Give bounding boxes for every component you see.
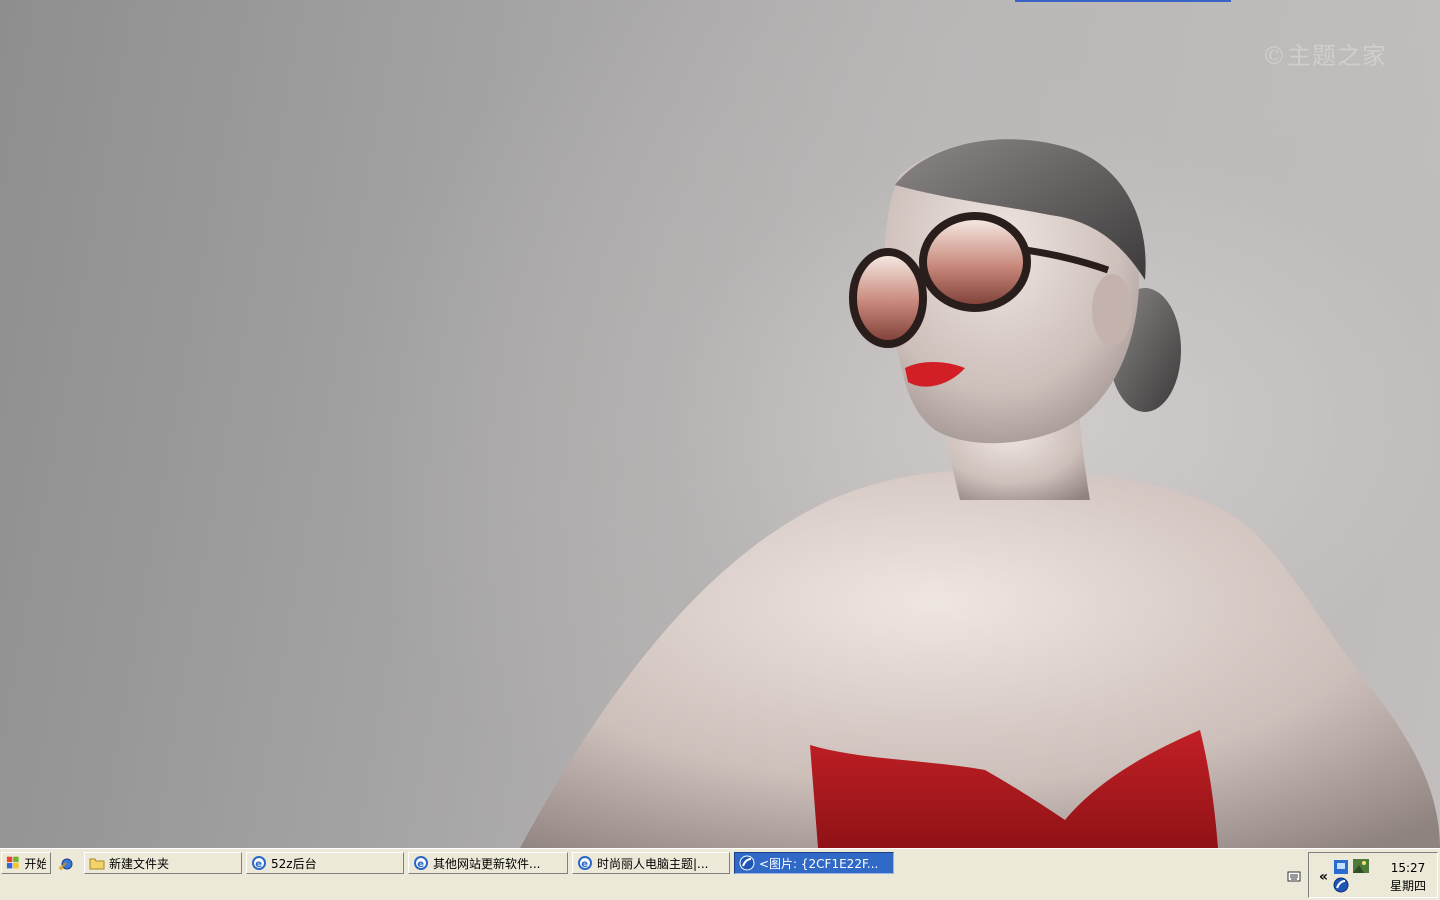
taskbar-window-fashion-theme[interactable]: e 时尚丽人电脑主题|... (572, 852, 730, 874)
media-player-icon[interactable] (1333, 877, 1349, 893)
quick-launch-show-desktop-icon[interactable] (58, 856, 74, 872)
taskbar: 开始 新建文件夹 e 52z后台 e 其他网站更新软件... (0, 848, 1440, 900)
keyboard-input-icon[interactable] (1287, 869, 1301, 883)
svg-text:e: e (255, 859, 262, 870)
taskbar-window-label: 新建文件夹 (109, 856, 170, 871)
taskbar-window-other-sites[interactable]: e 其他网站更新软件... (408, 852, 568, 874)
clock[interactable]: 15:27 星期四 (1385, 859, 1431, 895)
taskbar-window-image-viewer[interactable]: <图片: {2CF1E22F... (734, 852, 894, 874)
taskbar-window-new-folder[interactable]: 新建文件夹 (84, 852, 242, 874)
taskbar-window-label: 时尚丽人电脑主题|... (597, 856, 709, 871)
wallpaper-watermark: ©主题之家 (1262, 42, 1387, 70)
folder-icon (89, 858, 105, 870)
start-button-label: 开始 (24, 856, 46, 871)
clock-time: 15:27 (1390, 861, 1426, 875)
tray-expand-button[interactable]: « (1319, 869, 1328, 885)
clock-day: 星期四 (1389, 879, 1426, 893)
wallpaper-model-photo (520, 139, 1440, 848)
start-button[interactable]: 开始 (1, 852, 51, 874)
taskbar-window-label: 其他网站更新软件... (433, 856, 541, 871)
taskbar-window-52z-admin[interactable]: e 52z后台 (246, 852, 404, 874)
image-viewer-icon (739, 855, 755, 871)
ie-icon: e (578, 856, 592, 870)
system-tray: « 15:27 星期四 (1287, 852, 1438, 898)
photo-tray-icon[interactable] (1353, 859, 1369, 873)
taskbar-window-label: 52z后台 (271, 856, 317, 871)
ie-icon: e (252, 856, 266, 870)
network-status-icon[interactable] (1333, 859, 1349, 875)
taskbar-window-label: <图片: {2CF1E22F... (759, 856, 879, 871)
windows-logo-icon (6, 856, 19, 869)
ie-icon: e (414, 856, 428, 870)
svg-text:e: e (581, 859, 588, 870)
desktop-wallpaper: ©主题之家 (0, 0, 1440, 848)
taskbar-window-list: 开始 新建文件夹 e 52z后台 e 其他网站更新软件... (0, 851, 1300, 875)
svg-text:e: e (417, 859, 424, 870)
